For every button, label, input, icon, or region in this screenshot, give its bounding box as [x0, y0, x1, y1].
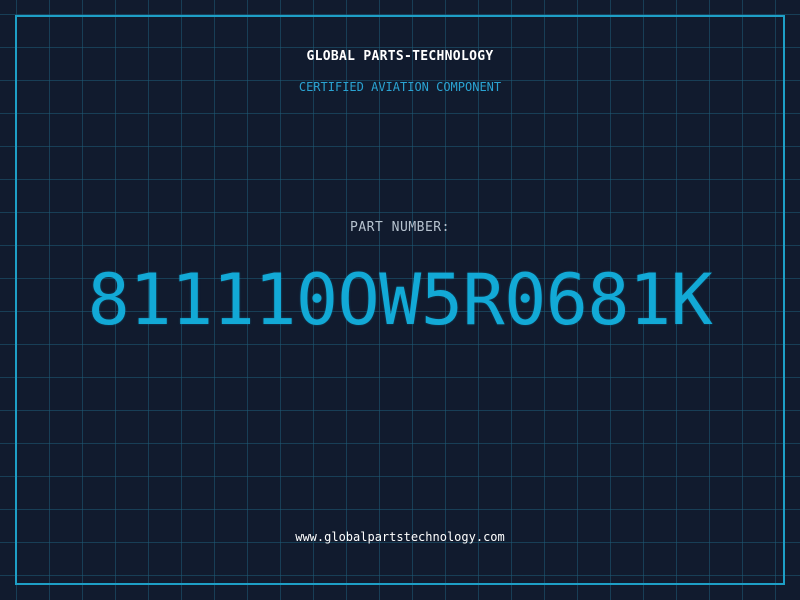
certification-tagline: CERTIFIED AVIATION COMPONENT: [298, 80, 502, 94]
part-number-value: 811110OW5R0681K: [87, 259, 713, 341]
part-number-label: PART NUMBER:: [350, 220, 450, 235]
website-url: www.globalpartstechnology.com: [295, 530, 505, 544]
company-name: GLOBAL PARTS-TECHNOLOGY: [306, 49, 494, 64]
part-card: GLOBAL PARTS-TECHNOLOGY CERTIFIED AVIATI…: [0, 0, 800, 600]
